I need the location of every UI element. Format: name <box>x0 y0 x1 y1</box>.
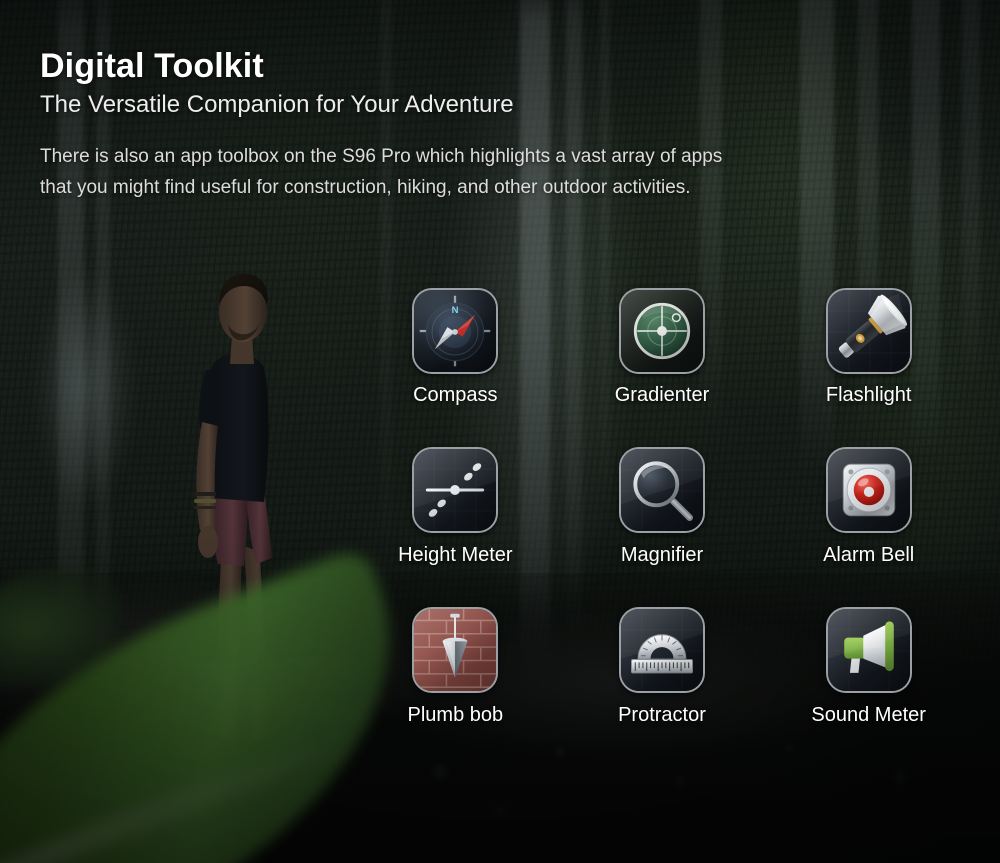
app-item-sound-meter[interactable]: Sound Meter <box>765 607 972 727</box>
app-label-flashlight: Flashlight <box>825 384 912 406</box>
app-item-flashlight[interactable]: Flashlight <box>765 288 972 407</box>
app-item-plumb-bob[interactable]: Plumb bob <box>352 607 559 727</box>
magnifier-tile[interactable] <box>618 447 705 533</box>
app-label-alarm-bell: Alarm Bell <box>823 544 915 566</box>
app-label-compass: Compass <box>413 384 498 406</box>
app-label-gradienter: Gradienter <box>614 384 710 406</box>
app-label-magnifier: Magnifier <box>620 544 704 566</box>
height-meter-tile[interactable] <box>412 447 499 533</box>
app-item-height-meter[interactable]: Height Meter <box>352 447 559 567</box>
app-item-gradienter[interactable]: Gradienter <box>559 288 766 407</box>
left-waterfall-glow <box>10 240 160 570</box>
app-item-alarm-bell[interactable]: Alarm Bell <box>765 447 972 567</box>
app-item-magnifier[interactable]: Magnifier <box>559 447 766 567</box>
description-text: There is also an app toolbox on the S96 … <box>40 146 723 198</box>
plumb-bob-tile[interactable] <box>412 607 499 693</box>
alarm-bell-tile[interactable] <box>825 447 912 533</box>
sound-meter-tile[interactable] <box>825 607 912 693</box>
app-label-height-meter: Height Meter <box>398 544 513 566</box>
app-label-sound-meter: Sound Meter <box>811 704 926 726</box>
page-stage: Digital Toolkit The Versatile Companion … <box>0 0 1000 863</box>
app-item-compass[interactable]: N Compass <box>352 288 559 407</box>
page-subtitle: The Versatile Companion for Your Adventu… <box>40 91 514 119</box>
compass-tile[interactable]: N <box>412 288 499 374</box>
compass-north-label: N <box>452 305 459 316</box>
app-label-plumb-bob: Plumb bob <box>407 704 504 726</box>
flashlight-tile[interactable] <box>825 288 912 374</box>
app-label-protractor: Protractor <box>618 704 706 726</box>
page-title: Digital Toolkit <box>40 47 264 85</box>
app-toolbox-grid: N Compass Gradienter Flashlight Height M… <box>352 288 972 727</box>
protractor-tile[interactable] <box>618 607 705 693</box>
header-block: Digital Toolkit The Versatile Companion … <box>40 46 760 204</box>
gradienter-tile[interactable] <box>618 288 705 374</box>
app-item-protractor[interactable]: Protractor <box>559 607 766 727</box>
